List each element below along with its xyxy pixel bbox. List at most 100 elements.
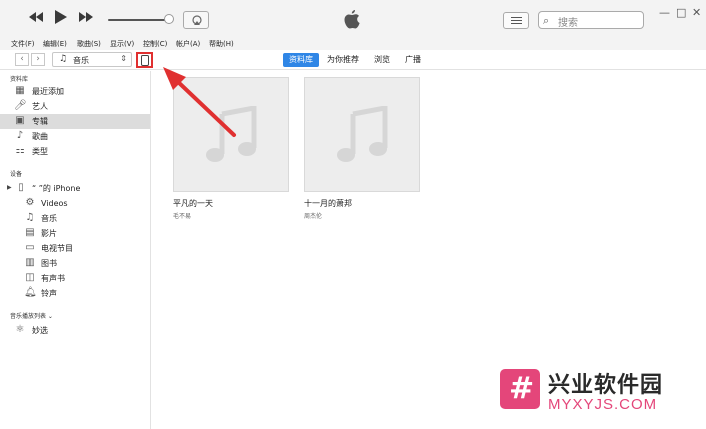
sidebar-item-movies[interactable]: ▤ 影片 xyxy=(0,226,150,241)
song-icon: ♪ xyxy=(16,130,24,141)
sidebar-item-audiobooks[interactable]: ◫ 有声书 xyxy=(0,271,150,286)
title-bar: ⌕ 搜索 — □ ✕ xyxy=(0,0,706,38)
fast-forward-icon xyxy=(79,12,93,22)
sidebar-item-label: 最近添加 xyxy=(32,87,64,96)
sidebar-item-label: 铃声 xyxy=(41,289,57,298)
volume-slider-knob[interactable] xyxy=(164,14,174,24)
album-title[interactable]: 平凡的一天 xyxy=(173,198,289,209)
maximize-button[interactable]: □ xyxy=(676,6,686,19)
rewind-button[interactable] xyxy=(28,11,44,27)
airplay-icon xyxy=(192,15,202,25)
album-title[interactable]: 十一月的萧邦 xyxy=(304,198,420,209)
search-placeholder: 搜索 xyxy=(558,18,578,29)
sidebar-item-label: Videos xyxy=(41,199,68,208)
books-icon: ▥ xyxy=(25,257,35,268)
menu-bar: 文件(F) 编辑(E) 歌曲(S) 显示(V) 控制(C) 帐户(A) 帮助(H… xyxy=(0,38,706,50)
fast-forward-button[interactable] xyxy=(78,11,94,27)
album-icon: ▣ xyxy=(15,115,25,126)
chevron-updown-icon: ⇕ xyxy=(120,54,127,63)
sidebar-item-device-music[interactable]: ♫ 音乐 xyxy=(0,211,150,226)
tab-radio[interactable]: 广播 xyxy=(400,53,426,67)
play-icon xyxy=(55,10,67,24)
artist-icon: 🎤︎ xyxy=(14,100,27,111)
airplay-button[interactable] xyxy=(183,11,209,29)
album-tile[interactable]: 十一月的萧邦 周杰伦 xyxy=(304,77,420,220)
close-button[interactable]: ✕ xyxy=(692,6,701,19)
menu-help[interactable]: 帮助(H) xyxy=(209,38,234,50)
music-note-icon xyxy=(206,106,257,162)
videos-icon: ⚙ xyxy=(25,197,35,208)
sidebar-item-genius[interactable]: ⚛ 妙选 xyxy=(0,323,150,338)
list-view-button[interactable] xyxy=(503,12,529,29)
media-type-label: 音乐 xyxy=(73,56,89,65)
list-icon xyxy=(511,17,522,18)
sidebar-item-label: 音乐 xyxy=(41,214,57,223)
apple-icon xyxy=(344,10,360,29)
recently-added-icon: ▦ xyxy=(15,85,25,96)
devices-heading: 设备 xyxy=(10,171,23,178)
menu-view[interactable]: 显示(V) xyxy=(110,38,134,50)
rewind-icon xyxy=(29,12,43,22)
chevron-right-icon: › xyxy=(36,54,40,64)
media-type-select[interactable]: ♫ 音乐 ⇕ xyxy=(52,52,132,67)
sidebar: 资料库 ▦ 最近添加 🎤︎ 艺人 ▣ 专辑 ♪ 歌曲 ⚏ 类型 设备 ▶ ▯ “… xyxy=(0,71,151,429)
search-field[interactable]: ⌕ 搜索 xyxy=(538,11,644,29)
watermark-name: 兴业软件园 xyxy=(548,373,664,398)
library-heading: 资料库 xyxy=(10,76,29,83)
sidebar-item-ringtones[interactable]: 🔔︎ 铃声 xyxy=(0,286,150,301)
iphone-icon: ▯ xyxy=(18,182,24,193)
album-artist: 周杰伦 xyxy=(304,213,323,220)
sidebar-item-device[interactable]: ▶ ▯ “ ”的 iPhone xyxy=(0,181,150,196)
playlists-heading[interactable]: 音乐播放列表 ⌄ xyxy=(10,311,53,320)
sidebar-item-label: 电视节目 xyxy=(41,244,73,253)
album-cover[interactable] xyxy=(304,77,420,192)
menu-edit[interactable]: 编辑(E) xyxy=(43,38,67,50)
album-artist: 毛不易 xyxy=(173,213,192,220)
back-button[interactable]: ‹ xyxy=(15,53,29,66)
sidebar-item-artists[interactable]: 🎤︎ 艺人 xyxy=(0,99,150,114)
device-button[interactable] xyxy=(136,52,153,68)
tab-library[interactable]: 资料库 xyxy=(283,53,319,67)
sidebar-item-label: 歌曲 xyxy=(32,132,48,141)
music-note-icon: ♫ xyxy=(59,54,68,64)
menu-file[interactable]: 文件(F) xyxy=(11,38,35,50)
sidebar-item-songs[interactable]: ♪ 歌曲 xyxy=(0,129,150,144)
apple-logo xyxy=(344,10,360,33)
sidebar-item-label: 专辑 xyxy=(32,117,48,126)
sidebar-item-recently-added[interactable]: ▦ 最近添加 xyxy=(0,84,150,99)
sidebar-item-tv-shows[interactable]: ▭ 电视节目 xyxy=(0,241,150,256)
audiobooks-icon: ◫ xyxy=(25,272,35,283)
album-cover[interactable] xyxy=(173,77,289,192)
volume-slider[interactable] xyxy=(108,19,170,21)
menu-controls[interactable]: 控制(C) xyxy=(143,38,167,50)
menu-account[interactable]: 帐户(A) xyxy=(176,38,200,50)
watermark-url: MYXYJS.COM xyxy=(548,396,658,413)
tv-icon: ▭ xyxy=(25,242,35,253)
play-button[interactable] xyxy=(54,9,68,29)
iphone-icon xyxy=(141,55,149,66)
music-icon: ♫ xyxy=(25,212,35,223)
watermark-logo: # xyxy=(500,369,540,409)
genius-icon: ⚛ xyxy=(15,324,25,335)
chevron-left-icon: ‹ xyxy=(20,54,24,64)
tab-for-you[interactable]: 为你推荐 xyxy=(323,53,363,67)
sidebar-item-label: 艺人 xyxy=(32,102,48,111)
sidebar-item-label: 有声书 xyxy=(41,274,65,283)
minimize-button[interactable]: — xyxy=(659,6,670,19)
movies-icon: ▤ xyxy=(25,227,35,238)
sidebar-item-videos[interactable]: ⚙ Videos xyxy=(0,196,150,211)
menu-song[interactable]: 歌曲(S) xyxy=(77,38,101,50)
sidebar-item-label: 妙选 xyxy=(32,326,48,335)
sidebar-item-label: 影片 xyxy=(41,229,57,238)
ringtones-icon: 🔔︎ xyxy=(24,287,37,298)
tab-browse[interactable]: 浏览 xyxy=(369,53,395,67)
sidebar-item-books[interactable]: ▥ 图书 xyxy=(0,256,150,271)
sidebar-item-albums[interactable]: ▣ 专辑 xyxy=(0,114,150,129)
genre-icon: ⚏ xyxy=(15,145,25,156)
sidebar-item-label: 图书 xyxy=(41,259,57,268)
sidebar-item-label: 类型 xyxy=(32,147,48,156)
music-note-icon xyxy=(337,106,388,162)
album-tile[interactable]: 平凡的一天 毛不易 xyxy=(173,77,289,220)
forward-button[interactable]: › xyxy=(31,53,45,66)
sidebar-item-genres[interactable]: ⚏ 类型 xyxy=(0,144,150,159)
